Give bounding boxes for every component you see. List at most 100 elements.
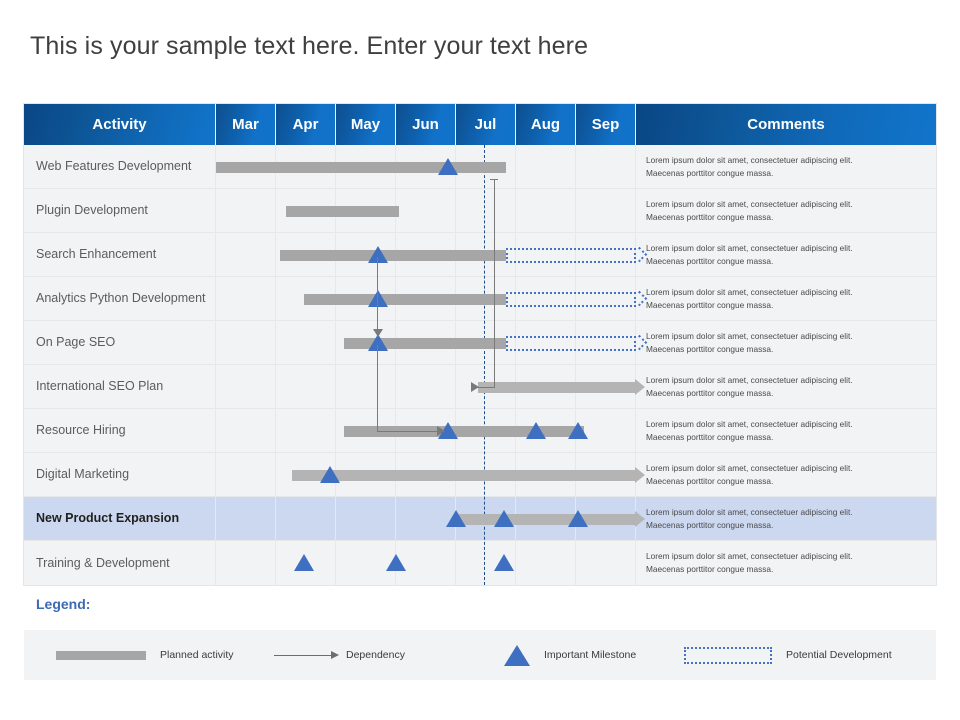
timeline-month-cell-may <box>336 321 396 364</box>
timeline-month-cell-aug <box>516 541 576 585</box>
timeline-month-cell-apr <box>276 497 336 540</box>
timeline-month-cell-jun <box>396 497 456 540</box>
legend-item-planned-activity: Planned activity <box>56 630 234 680</box>
timeline-cell[interactable] <box>216 321 636 364</box>
timeline-cell[interactable] <box>216 365 636 408</box>
timeline-month-cell-jun <box>396 453 456 496</box>
timeline-month-cell-aug <box>516 365 576 408</box>
comment-line-2: Maecenas porttitor congue massa. <box>646 564 774 574</box>
timeline-month-cell-may <box>336 497 396 540</box>
timeline-month-cell-mar <box>216 189 276 232</box>
comment-line-1: Lorem ipsum dolor sit amet, consectetuer… <box>646 551 853 562</box>
planned-bar-swatch-icon <box>56 650 146 660</box>
timeline-cell[interactable] <box>216 145 636 188</box>
comment-text: Lorem ipsum dolor sit amet, consectetuer… <box>646 462 853 488</box>
comment-cell: Lorem ipsum dolor sit amet, consectetuer… <box>636 541 936 585</box>
activity-label: Web Features Development <box>24 145 216 188</box>
legend-bar: Planned activity Dependency Important Mi… <box>24 630 936 680</box>
comment-text: Lorem ipsum dolor sit amet, consectetuer… <box>646 550 853 576</box>
table-row[interactable]: New Product Expansion Lorem ipsum dolor s… <box>24 497 936 541</box>
timeline-month-cell-sep <box>576 409 636 452</box>
column-header-activity[interactable]: Activity <box>24 104 216 145</box>
comment-line-1: Lorem ipsum dolor sit amet, consectetuer… <box>646 198 853 209</box>
timeline-cell[interactable] <box>216 277 636 320</box>
activity-label: International SEO Plan <box>24 365 216 408</box>
column-header-month-sep[interactable]: Sep <box>576 104 636 145</box>
timeline-month-cell-aug <box>516 497 576 540</box>
legend-label-dependency: Dependency <box>346 649 405 661</box>
activity-label: New Product Expansion <box>24 497 216 540</box>
timeline-month-cell-mar <box>216 321 276 364</box>
timeline-month-cell-sep <box>576 233 636 276</box>
timeline-month-cell-may <box>336 365 396 408</box>
timeline-month-cell-mar <box>216 233 276 276</box>
timeline-cell[interactable] <box>216 497 636 540</box>
activity-label: Plugin Development <box>24 189 216 232</box>
comment-line-1: Lorem ipsum dolor sit amet, consectetuer… <box>646 154 853 165</box>
timeline-month-cell-aug <box>516 277 576 320</box>
activity-label: On Page SEO <box>24 321 216 364</box>
table-row[interactable]: Resource Hiring Lorem ipsum dolor sit ame… <box>24 409 936 453</box>
dependency-arrow-swatch-icon <box>274 650 339 659</box>
column-header-month-apr[interactable]: Apr <box>276 104 336 145</box>
table-row[interactable]: On Page SEO Lorem ipsum dolor sit amet, c… <box>24 321 936 365</box>
activity-label: Training & Development <box>24 541 216 585</box>
legend-label-potential-development: Potential Development <box>786 649 892 661</box>
table-row[interactable]: Training & Development Lorem ipsum dolor … <box>24 541 936 585</box>
table-row[interactable]: Web Features Development Lorem ipsum dolo… <box>24 145 936 189</box>
timeline-month-cell-jun <box>396 409 456 452</box>
activity-label: Search Enhancement <box>24 233 216 276</box>
column-header-month-aug[interactable]: Aug <box>516 104 576 145</box>
timeline-cell[interactable] <box>216 541 636 585</box>
timeline-month-cell-jun <box>396 541 456 585</box>
timeline-month-cell-jul <box>456 277 516 320</box>
legend-label-important-milestone: Important Milestone <box>544 649 637 661</box>
timeline-month-cell-jun <box>396 145 456 188</box>
comment-line-1: Lorem ipsum dolor sit amet, consectetuer… <box>646 242 853 253</box>
comment-cell: Lorem ipsum dolor sit amet, consectetuer… <box>636 277 936 320</box>
timeline-cell[interactable] <box>216 409 636 452</box>
timeline-month-cell-may <box>336 541 396 585</box>
legend-item-potential-development: Potential Development <box>684 630 892 680</box>
comment-text: Lorem ipsum dolor sit amet, consectetuer… <box>646 242 853 268</box>
timeline-month-cell-mar <box>216 497 276 540</box>
timeline-cell[interactable] <box>216 453 636 496</box>
timeline-month-cell-jul <box>456 541 516 585</box>
timeline-month-cell-apr <box>276 409 336 452</box>
comment-line-2: Maecenas porttitor congue massa. <box>646 211 774 222</box>
comment-text: Lorem ipsum dolor sit amet, consectetuer… <box>646 154 853 180</box>
timeline-month-cell-sep <box>576 497 636 540</box>
table-row[interactable]: Digital Marketing Lorem ipsum dolor sit a… <box>24 453 936 497</box>
comment-cell: Lorem ipsum dolor sit amet, consectetuer… <box>636 145 936 188</box>
timeline-month-cell-jun <box>396 277 456 320</box>
timeline-month-cell-apr <box>276 365 336 408</box>
column-header-month-mar[interactable]: Mar <box>216 104 276 145</box>
activity-label: Analytics Python Development <box>24 277 216 320</box>
timeline-month-cell-mar <box>216 409 276 452</box>
column-header-comments[interactable]: Comments <box>636 104 936 145</box>
comment-text: Lorem ipsum dolor sit amet, consectetuer… <box>646 374 853 400</box>
gantt-chart-table: Activity Mar Apr May Jun Jul Aug Sep Com… <box>24 104 936 585</box>
comment-line-2: Maecenas porttitor congue massa. <box>646 431 774 442</box>
table-row[interactable]: Plugin Development Lorem ipsum dolor sit … <box>24 189 936 233</box>
column-header-month-may[interactable]: May <box>336 104 396 145</box>
comment-line-2: Maecenas porttitor congue massa. <box>646 519 774 530</box>
table-row[interactable]: Analytics Python Development Lorem ipsum … <box>24 277 936 321</box>
legend-title: Legend: <box>36 596 91 612</box>
column-header-month-jul[interactable]: Jul <box>456 104 516 145</box>
timeline-cell[interactable] <box>216 233 636 276</box>
timeline-cell[interactable] <box>216 189 636 232</box>
timeline-month-cell-sep <box>576 321 636 364</box>
timeline-month-cell-jul <box>456 145 516 188</box>
comment-text: Lorem ipsum dolor sit amet, consectetuer… <box>646 198 853 224</box>
comment-line-2: Maecenas porttitor congue massa. <box>646 255 774 266</box>
comment-cell: Lorem ipsum dolor sit amet, consectetuer… <box>636 409 936 452</box>
table-row[interactable]: Search Enhancement Lorem ipsum dolor sit … <box>24 233 936 277</box>
table-body: Web Features Development Lorem ipsum dolo… <box>24 145 936 585</box>
potential-dotted-box-swatch-icon <box>684 646 772 664</box>
timeline-month-cell-apr <box>276 321 336 364</box>
table-row[interactable]: International SEO Plan Lorem ipsum dolor … <box>24 365 936 409</box>
column-header-month-jun[interactable]: Jun <box>396 104 456 145</box>
timeline-month-cell-apr <box>276 145 336 188</box>
timeline-month-cell-aug <box>516 189 576 232</box>
